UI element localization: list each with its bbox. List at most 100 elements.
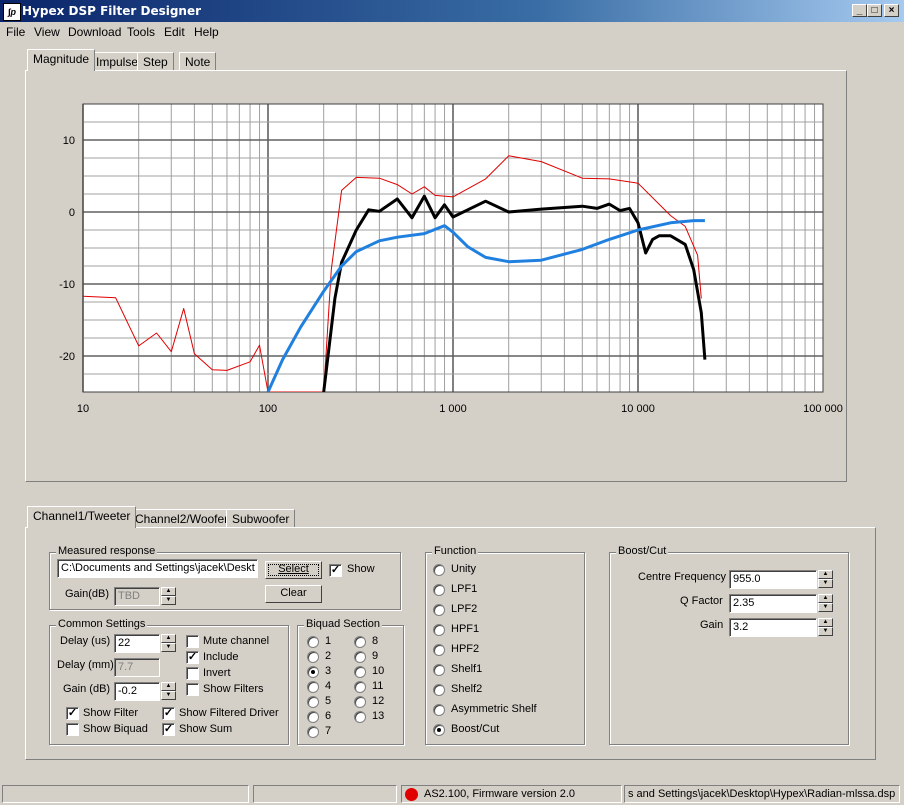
biquad-13-label: 13 — [372, 710, 385, 722]
spin-up-icon[interactable]: ▲ — [161, 634, 176, 643]
include-checkbox[interactable]: ✓ — [186, 651, 199, 664]
spin-up-icon[interactable]: ▲ — [818, 618, 833, 627]
biquad-7-label: 7 — [325, 725, 332, 737]
delay-mm-field[interactable]: 7.7 — [114, 658, 160, 677]
function-hpf1-label: HPF1 — [451, 623, 480, 635]
tab-channel2-woofer[interactable]: Channel2/Woofer — [129, 509, 235, 528]
biquad-6-radio[interactable] — [307, 711, 319, 723]
measured-path-field[interactable]: C:\Documents and Settings\jacek\Deskt — [57, 559, 258, 578]
menu-tools[interactable]: Tools — [127, 25, 155, 39]
common-gain-stepper[interactable]: ▲ ▼ — [161, 682, 176, 701]
function-hpf1-radio[interactable] — [433, 624, 445, 636]
spin-down-icon[interactable]: ▼ — [818, 579, 833, 588]
function-boost-cut-label: Boost/Cut — [451, 723, 500, 735]
biquad-3-radio[interactable] — [307, 666, 319, 678]
x-tick-label: 1 000 — [439, 403, 467, 415]
biquad-11-radio[interactable] — [354, 681, 366, 693]
menu-edit[interactable]: Edit — [164, 25, 185, 39]
biquad-13-radio[interactable] — [354, 711, 366, 723]
close-button[interactable]: × — [884, 4, 899, 17]
show-sum-check-icon: ✓ — [163, 723, 174, 735]
show-filter-check-icon: ✓ — [67, 707, 78, 719]
biquad-8-radio[interactable] — [354, 636, 366, 648]
y-tick-label: 10 — [63, 135, 75, 147]
function-hpf2-radio[interactable] — [433, 644, 445, 656]
biquad-5-radio[interactable] — [307, 696, 319, 708]
function-lpf1-label: LPF1 — [451, 583, 478, 595]
biquad-12-radio[interactable] — [354, 696, 366, 708]
biquad-10-radio[interactable] — [354, 666, 366, 678]
title-bar[interactable]: ∫p Hypex DSP Filter Designer _ □ × — [0, 0, 904, 22]
tab-channel1-tweeter[interactable]: Channel1/Tweeter — [27, 506, 137, 528]
y-tick-label: -10 — [59, 279, 75, 291]
biquad-4-radio[interactable] — [307, 681, 319, 693]
delay-us-field[interactable]: 22 — [114, 634, 160, 653]
show-filtered-driver-checkbox[interactable]: ✓ — [162, 707, 175, 720]
clear-button[interactable]: Clear — [265, 585, 322, 603]
tab-impulse[interactable]: Impulse — [90, 52, 145, 71]
biquad-1-radio[interactable] — [307, 636, 319, 648]
spin-up-icon[interactable]: ▲ — [818, 570, 833, 579]
show-filter-checkbox[interactable]: ✓ — [66, 707, 79, 720]
measured-gain-field[interactable]: TBD — [114, 587, 160, 606]
dsp-logo-icon[interactable]: ∫p — [3, 3, 21, 21]
function-unity-radio[interactable] — [433, 564, 445, 576]
menu-view[interactable]: View — [34, 25, 60, 39]
menu-help[interactable]: Help — [194, 25, 219, 39]
show-filtered-driver-label: Show Filtered Driver — [179, 707, 279, 719]
spin-down-icon[interactable]: ▼ — [161, 596, 176, 605]
q-factor-field[interactable]: 2.35 — [729, 594, 817, 613]
function-lpf2-radio[interactable] — [433, 604, 445, 616]
spin-up-icon[interactable]: ▲ — [161, 587, 176, 596]
show-biquad-checkbox[interactable] — [66, 723, 79, 736]
tab-subwoofer[interactable]: Subwoofer — [226, 509, 296, 528]
show-biquad-label: Show Biquad — [83, 723, 148, 735]
spin-down-icon[interactable]: ▼ — [818, 603, 833, 612]
invert-checkbox[interactable] — [186, 667, 199, 680]
select-button[interactable]: Select — [265, 561, 322, 579]
function-lpf1-radio[interactable] — [433, 584, 445, 596]
biquad-9-radio[interactable] — [354, 651, 366, 663]
biquad-11-label: 11 — [372, 680, 384, 692]
y-tick-label: -20 — [59, 351, 75, 363]
measured-gain-stepper[interactable]: ▲ ▼ — [161, 587, 176, 606]
mute-channel-checkbox[interactable] — [186, 635, 199, 648]
measured-response-title: Measured response — [56, 545, 158, 557]
tab-step[interactable]: Step — [137, 52, 174, 71]
q-factor-stepper[interactable]: ▲ ▼ — [818, 594, 833, 613]
status-indicator-icon — [405, 788, 418, 801]
function-shelf1-radio[interactable] — [433, 664, 445, 676]
boost-gain-field[interactable]: 3.2 — [729, 618, 817, 637]
delay-us-stepper[interactable]: ▲ ▼ — [161, 634, 176, 653]
minimize-button[interactable]: _ — [852, 4, 867, 17]
spin-down-icon[interactable]: ▼ — [161, 691, 176, 700]
spin-up-icon[interactable]: ▲ — [818, 594, 833, 603]
select-label: Select — [278, 563, 309, 575]
menu-download[interactable]: Download — [68, 25, 121, 39]
centre-frequency-stepper[interactable]: ▲ ▼ — [818, 570, 833, 589]
function-boost-cut-radio[interactable] — [433, 724, 445, 736]
tab-magnitude[interactable]: Magnitude — [27, 49, 96, 71]
boost-gain-label: Gain — [700, 619, 724, 631]
spin-down-icon[interactable]: ▼ — [161, 643, 176, 652]
spin-down-icon[interactable]: ▼ — [818, 627, 833, 636]
menu-file[interactable]: File — [6, 25, 25, 39]
maximize-button[interactable]: □ — [867, 4, 882, 17]
boost-gain-stepper[interactable]: ▲ ▼ — [818, 618, 833, 637]
spin-up-icon[interactable]: ▲ — [161, 682, 176, 691]
biquad-4-label: 4 — [325, 680, 332, 692]
show-filters-checkbox[interactable] — [186, 683, 199, 696]
show-measured-checkbox[interactable]: ✓ — [329, 564, 342, 577]
biquad-7-radio[interactable] — [307, 726, 319, 738]
centre-frequency-field[interactable]: 955.0 — [729, 570, 817, 589]
function-shelf2-radio[interactable] — [433, 684, 445, 696]
biquad-2-radio[interactable] — [307, 651, 319, 663]
magnitude-chart[interactable]: 10 100 1 000 10 000 100 000100-10-20 — [26, 71, 846, 481]
common-gain-field[interactable]: -0.2 — [114, 682, 160, 701]
q-factor-label: Q Factor — [680, 595, 723, 607]
function-asymmetric-shelf-radio[interactable] — [433, 704, 445, 716]
show-sum-checkbox[interactable]: ✓ — [162, 723, 175, 736]
biquad-10-label: 10 — [372, 665, 385, 677]
tab-note[interactable]: Note — [179, 52, 217, 71]
biquad-1-label: 1 — [325, 635, 332, 647]
